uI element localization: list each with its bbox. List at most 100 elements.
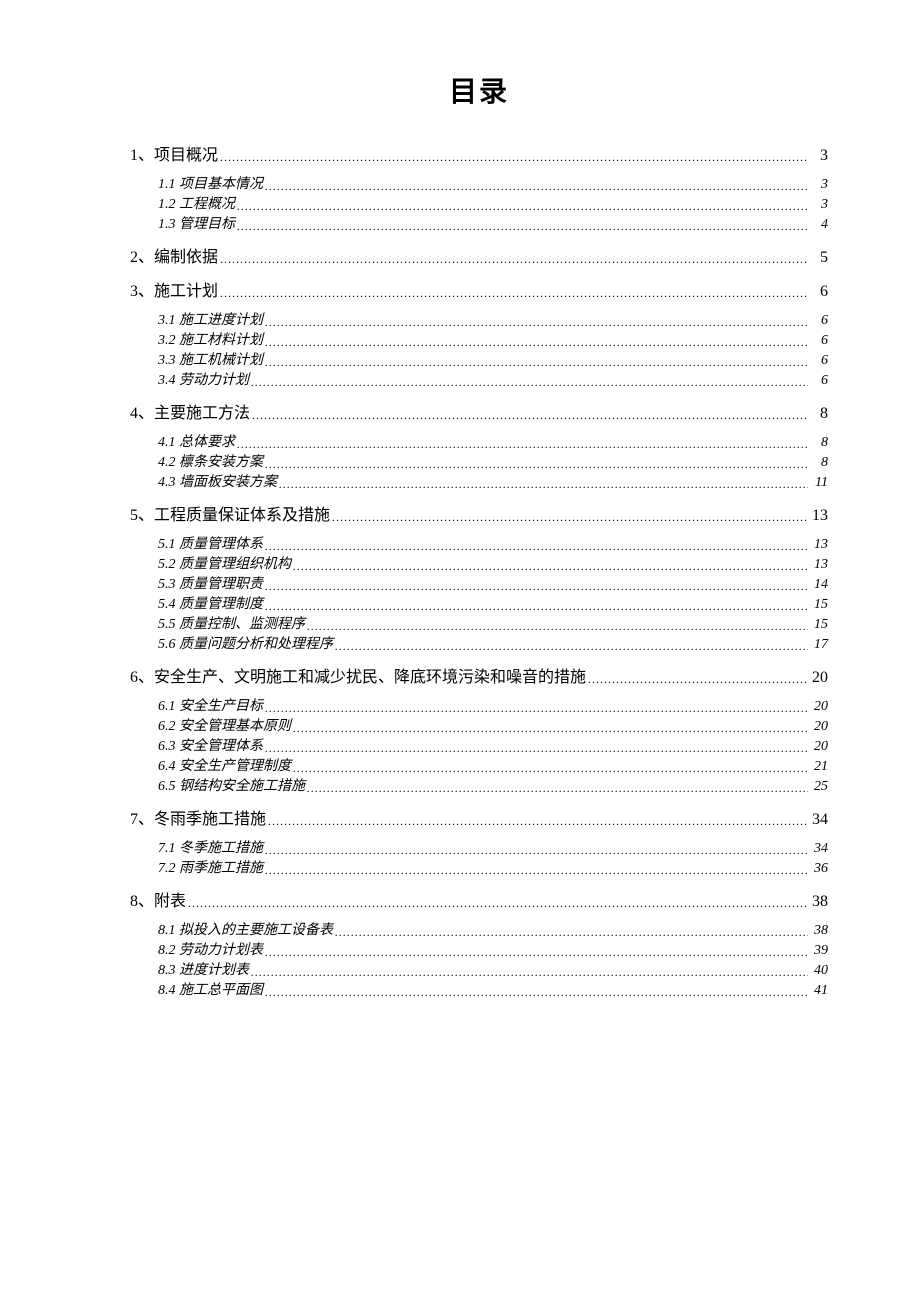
toc-leader-dots bbox=[220, 148, 808, 164]
toc-entry-label: 3.4 劳动力计划 bbox=[158, 374, 249, 388]
toc-entry-level2: 5.2 质量管理组织机构13 bbox=[130, 558, 828, 572]
toc-entry-level2: 4.2 檩条安装方案8 bbox=[130, 456, 828, 470]
toc-leader-dots bbox=[265, 740, 808, 754]
toc-leader-dots bbox=[237, 436, 808, 450]
toc-entry-level2: 7.1 冬季施工措施34 bbox=[130, 842, 828, 856]
toc-leader-dots bbox=[265, 578, 808, 592]
toc-entry-page: 8 bbox=[810, 406, 828, 422]
table-of-contents: 1、项目概况3 1.1 项目基本情况3 1.2 工程概况 3 1.3 管理目标 4 2、编制… bbox=[130, 148, 828, 998]
toc-leader-dots bbox=[293, 558, 808, 572]
toc-entry-page: 13 bbox=[810, 538, 828, 552]
toc-leader-dots bbox=[588, 670, 808, 686]
toc-entry-label: 3、施工计划 bbox=[130, 284, 218, 300]
toc-entry-page: 15 bbox=[810, 618, 828, 632]
toc-entry-page: 13 bbox=[810, 558, 828, 572]
toc-entry-level2: 7.2 雨季施工措施36 bbox=[130, 862, 828, 876]
toc-entry-label: 4.3 墙面板安装方案 bbox=[158, 476, 277, 490]
toc-entry-page: 6 bbox=[810, 374, 828, 388]
toc-entry-page: 34 bbox=[810, 842, 828, 856]
toc-leader-dots bbox=[332, 508, 808, 524]
toc-leader-dots bbox=[265, 354, 808, 368]
toc-entry-level1: 7、冬雨季施工措施 34 bbox=[130, 812, 828, 828]
toc-entry-label: 6.5 钢结构安全施工措施 bbox=[158, 780, 305, 794]
toc-entry-level2: 6.5 钢结构安全施工措施25 bbox=[130, 780, 828, 794]
toc-leader-dots bbox=[251, 964, 808, 978]
toc-entry-level2: 6.4 安全生产管理制度21 bbox=[130, 760, 828, 774]
toc-entry-page: 20 bbox=[810, 670, 828, 686]
toc-entry-page: 21 bbox=[810, 760, 828, 774]
toc-entry-level2: 1.1 项目基本情况3 bbox=[130, 178, 828, 192]
toc-entry-label: 5.6 质量问题分析和处理程序 bbox=[158, 638, 333, 652]
toc-entry-page: 15 bbox=[810, 598, 828, 612]
toc-entry-label: 6.1 安全生产目标 bbox=[158, 700, 263, 714]
toc-entry-level2: 3.2 施工材料计划 6 bbox=[130, 334, 828, 348]
toc-entry-level2: 4.1 总体要求8 bbox=[130, 436, 828, 450]
toc-entry-label: 8.4 施工总平面图 bbox=[158, 984, 263, 998]
toc-entry-level1: 1、项目概况3 bbox=[130, 148, 828, 164]
toc-entry-label: 8.1 拟投入的主要施工设备表 bbox=[158, 924, 333, 938]
toc-entry-page: 3 bbox=[810, 198, 828, 212]
toc-leader-dots bbox=[265, 334, 808, 348]
toc-entry-level2: 5.4 质量管理制度 15 bbox=[130, 598, 828, 612]
toc-leader-dots bbox=[335, 638, 808, 652]
toc-entry-level2: 8.3 进度计划表 40 bbox=[130, 964, 828, 978]
toc-entry-page: 41 bbox=[810, 984, 828, 998]
toc-leader-dots bbox=[265, 598, 808, 612]
toc-entry-label: 7、冬雨季施工措施 bbox=[130, 812, 266, 828]
toc-entry-page: 6 bbox=[810, 334, 828, 348]
toc-leader-dots bbox=[265, 178, 808, 192]
toc-leader-dots bbox=[265, 456, 808, 470]
toc-leader-dots bbox=[279, 476, 808, 490]
toc-entry-page: 40 bbox=[810, 964, 828, 978]
toc-entry-level1: 4、主要施工方法 8 bbox=[130, 406, 828, 422]
toc-entry-level2: 1.3 管理目标 4 bbox=[130, 218, 828, 232]
toc-leader-dots bbox=[237, 198, 808, 212]
toc-entry-page: 17 bbox=[810, 638, 828, 652]
toc-entry-level2: 3.1 施工进度计划6 bbox=[130, 314, 828, 328]
toc-entry-label: 5.4 质量管理制度 bbox=[158, 598, 263, 612]
toc-entry-page: 8 bbox=[810, 436, 828, 450]
toc-leader-dots bbox=[188, 894, 808, 910]
toc-entry-level2: 8.2 劳动力计划表39 bbox=[130, 944, 828, 958]
toc-leader-dots bbox=[307, 780, 808, 794]
toc-leader-dots bbox=[307, 618, 808, 632]
toc-entry-level2: 5.1 质量管理体系13 bbox=[130, 538, 828, 552]
toc-entry-page: 34 bbox=[810, 812, 828, 828]
toc-entry-page: 39 bbox=[810, 944, 828, 958]
toc-entry-label: 5.3 质量管理职责 bbox=[158, 578, 263, 592]
toc-entry-page: 6 bbox=[810, 354, 828, 368]
toc-entry-page: 13 bbox=[810, 508, 828, 524]
toc-leader-dots bbox=[251, 374, 808, 388]
toc-entry-level1: 8、附表38 bbox=[130, 894, 828, 910]
toc-entry-level2: 3.4 劳动力计划 6 bbox=[130, 374, 828, 388]
toc-entry-label: 2、编制依据 bbox=[130, 250, 218, 266]
toc-entry-label: 8.3 进度计划表 bbox=[158, 964, 249, 978]
toc-leader-dots bbox=[335, 924, 808, 938]
toc-entry-label: 6、安全生产、文明施工和减少扰民、降底环境污染和噪音的措施 bbox=[130, 670, 586, 686]
toc-leader-dots bbox=[265, 314, 808, 328]
toc-entry-level2: 6.3 安全管理体系 20 bbox=[130, 740, 828, 754]
toc-leader-dots bbox=[237, 218, 808, 232]
toc-entry-label: 1.3 管理目标 bbox=[158, 218, 235, 232]
toc-entry-level2: 4.3 墙面板安装方案11 bbox=[130, 476, 828, 490]
toc-entry-page: 4 bbox=[810, 218, 828, 232]
toc-entry-page: 8 bbox=[810, 456, 828, 470]
toc-leader-dots bbox=[293, 720, 808, 734]
toc-leader-dots bbox=[265, 700, 808, 714]
toc-leader-dots bbox=[265, 984, 808, 998]
toc-entry-page: 38 bbox=[810, 894, 828, 910]
toc-entry-label: 4、主要施工方法 bbox=[130, 406, 250, 422]
toc-entry-label: 6.2 安全管理基本原则 bbox=[158, 720, 291, 734]
toc-entry-label: 5、工程质量保证体系及措施 bbox=[130, 508, 330, 524]
toc-entry-level2: 5.5 质量控制、监测程序15 bbox=[130, 618, 828, 632]
toc-entry-label: 1.1 项目基本情况 bbox=[158, 178, 263, 192]
toc-entry-level2: 1.2 工程概况 3 bbox=[130, 198, 828, 212]
toc-leader-dots bbox=[293, 760, 808, 774]
toc-entry-page: 20 bbox=[810, 740, 828, 754]
toc-entry-label: 3.2 施工材料计划 bbox=[158, 334, 263, 348]
toc-leader-dots bbox=[265, 944, 808, 958]
toc-leader-dots bbox=[252, 406, 808, 422]
toc-entry-label: 3.1 施工进度计划 bbox=[158, 314, 263, 328]
toc-entry-label: 1.2 工程概况 bbox=[158, 198, 235, 212]
toc-entry-label: 6.3 安全管理体系 bbox=[158, 740, 263, 754]
